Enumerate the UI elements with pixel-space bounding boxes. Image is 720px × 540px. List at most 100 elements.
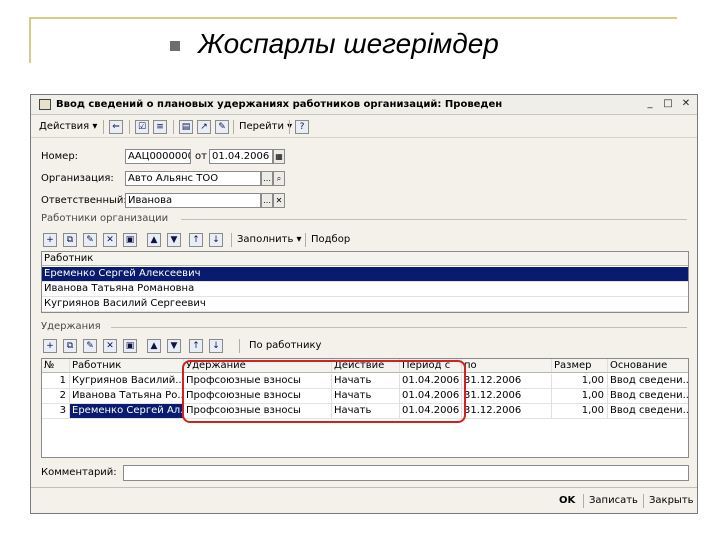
toolbar-separator bbox=[103, 120, 104, 134]
save-button[interactable]: Записать bbox=[589, 493, 638, 509]
number-label: Номер: bbox=[41, 151, 79, 162]
employees-table: Работник Еременко Сергей Алексеевич Иван… bbox=[41, 251, 689, 313]
edit-movements-icon[interactable]: ✎ bbox=[215, 120, 229, 134]
toolbar-separator bbox=[305, 233, 306, 247]
toolbar-separator bbox=[239, 339, 240, 353]
period-to-cell: 31.12.2006 bbox=[462, 389, 552, 403]
amount-cell: 1,00 bbox=[552, 404, 608, 418]
footer-divider bbox=[31, 487, 697, 488]
employees-toolbar: + ⧉ ✎ ✕ ▣ ▲ ▼ ↑ ↓ Заполнить ▾ Подбор bbox=[31, 231, 697, 251]
employees-section-title: Работники организации bbox=[41, 213, 169, 224]
move-down-icon[interactable]: ▼ bbox=[167, 233, 181, 247]
delete-row-icon[interactable]: ✕ bbox=[103, 339, 117, 353]
amount-cell: 1,00 bbox=[552, 389, 608, 403]
structure-icon[interactable]: ≡ bbox=[153, 120, 167, 134]
column-header-number[interactable]: № bbox=[42, 359, 70, 372]
deductions-section-title: Удержания bbox=[41, 321, 101, 332]
employee-name: Еременко Сергей Алексеевич bbox=[44, 268, 201, 279]
row-number: 2 bbox=[42, 389, 70, 403]
square-bullet-icon bbox=[170, 41, 180, 51]
post-document-icon[interactable]: ☑ bbox=[135, 120, 149, 134]
edit-row-icon[interactable]: ✎ bbox=[83, 233, 97, 247]
column-header-employee[interactable]: Работник bbox=[42, 252, 688, 265]
copy-row-icon[interactable]: ⧉ bbox=[63, 233, 77, 247]
section-divider bbox=[181, 219, 687, 220]
organization-field[interactable]: Авто Альянс ТОО bbox=[125, 171, 261, 186]
document-icon bbox=[39, 99, 51, 110]
organization-label: Организация: bbox=[41, 173, 114, 184]
main-toolbar: Действия ▾ ⇐ ☑ ≡ ▤ ↗ ✎ Перейти ▾ ? bbox=[31, 116, 697, 138]
window-title: Ввод сведений о плановых удержаниях рабо… bbox=[56, 99, 503, 110]
close-window-button[interactable]: ✕ bbox=[679, 97, 693, 111]
calendar-icon[interactable]: ▦ bbox=[273, 149, 285, 164]
responsible-label: Ответственный: bbox=[41, 195, 127, 206]
column-header-basis[interactable]: Основание bbox=[608, 359, 688, 372]
minimize-button[interactable]: _ bbox=[643, 97, 657, 111]
close-button[interactable]: Закрыть bbox=[649, 493, 694, 509]
basis-cell: Ввод сведени... bbox=[610, 405, 689, 416]
column-header-employee[interactable]: Работник bbox=[70, 359, 184, 372]
help-icon[interactable]: ? bbox=[295, 120, 309, 134]
slide-left-rule bbox=[29, 17, 31, 63]
amount-cell: 1,00 bbox=[552, 374, 608, 388]
date-field[interactable]: 01.04.2006 1 bbox=[209, 149, 273, 164]
table-header: Работник bbox=[42, 252, 688, 266]
end-edit-icon[interactable]: ▣ bbox=[123, 233, 137, 247]
add-row-icon[interactable]: + bbox=[43, 339, 57, 353]
table-row[interactable]: Кугриянов Василий Сергеевич bbox=[42, 297, 688, 312]
delete-row-icon[interactable]: ✕ bbox=[103, 233, 117, 247]
footer-separator bbox=[643, 494, 644, 508]
employee-cell: Еременко Сергей Ал... bbox=[70, 404, 184, 418]
sort-ascending-icon[interactable]: ↑ bbox=[189, 233, 203, 247]
responsible-field[interactable]: Иванова bbox=[125, 193, 261, 208]
clear-icon[interactable]: ✕ bbox=[273, 193, 285, 208]
comment-field[interactable] bbox=[123, 465, 689, 481]
move-up-icon[interactable]: ▲ bbox=[147, 339, 161, 353]
column-header-amount[interactable]: Размер bbox=[552, 359, 608, 372]
move-down-icon[interactable]: ▼ bbox=[167, 339, 181, 353]
select-ellipsis-button[interactable]: … bbox=[261, 193, 273, 208]
toolbar-separator bbox=[233, 120, 234, 134]
date-from-label: от bbox=[195, 151, 207, 162]
back-arrow-icon[interactable]: ⇐ bbox=[109, 120, 123, 134]
row-number: 1 bbox=[42, 374, 70, 388]
select-button[interactable]: Подбор bbox=[311, 233, 350, 247]
slide-title: Жоспарлы шегерімдер bbox=[198, 28, 499, 59]
sort-descending-icon[interactable]: ↓ bbox=[209, 339, 223, 353]
row-number: 3 bbox=[42, 404, 70, 418]
window-titlebar: Ввод сведений о плановых удержаниях рабо… bbox=[31, 95, 697, 115]
document-window: Ввод сведений о плановых удержаниях рабо… bbox=[30, 94, 698, 514]
employee-cell: Иванова Татьяна Ро... bbox=[72, 389, 184, 403]
sort-ascending-icon[interactable]: ↑ bbox=[189, 339, 203, 353]
employee-cell: Кугриянов Василий... bbox=[72, 374, 184, 388]
sort-descending-icon[interactable]: ↓ bbox=[209, 233, 223, 247]
by-employee-button[interactable]: По работнику bbox=[249, 339, 321, 353]
move-up-icon[interactable]: ▲ bbox=[147, 233, 161, 247]
employee-name: Иванова Татьяна Романовна bbox=[44, 283, 195, 294]
comment-label: Комментарий: bbox=[41, 467, 117, 478]
footer-separator bbox=[583, 494, 584, 508]
search-icon[interactable]: ⌕ bbox=[273, 171, 285, 186]
edit-row-icon[interactable]: ✎ bbox=[83, 339, 97, 353]
actions-menu[interactable]: Действия ▾ bbox=[39, 120, 97, 134]
toolbar-separator bbox=[231, 233, 232, 247]
goto-menu[interactable]: Перейти ▾ bbox=[239, 120, 292, 134]
maximize-button[interactable]: □ bbox=[661, 97, 675, 111]
deductions-toolbar: + ⧉ ✎ ✕ ▣ ▲ ▼ ↑ ↓ По работнику bbox=[31, 337, 697, 357]
ok-button[interactable]: OK bbox=[559, 493, 575, 509]
toolbar-separator bbox=[173, 120, 174, 134]
document-movements-icon[interactable]: ↗ bbox=[197, 120, 211, 134]
basis-cell: Ввод сведени... bbox=[610, 390, 689, 401]
copy-row-icon[interactable]: ⧉ bbox=[63, 339, 77, 353]
add-row-icon[interactable]: + bbox=[43, 233, 57, 247]
column-header-period-to[interactable]: по bbox=[462, 359, 552, 372]
period-to-cell: 31.12.2006 bbox=[462, 374, 552, 388]
table-row[interactable]: Иванова Татьяна Романовна bbox=[42, 282, 688, 297]
print-preview-icon[interactable]: ▤ bbox=[179, 120, 193, 134]
number-field[interactable]: ААЦ0000000 bbox=[125, 149, 191, 164]
select-ellipsis-button[interactable]: … bbox=[261, 171, 273, 186]
table-row[interactable]: Еременко Сергей Алексеевич bbox=[42, 267, 688, 282]
slide-top-rule bbox=[29, 17, 677, 19]
end-edit-icon[interactable]: ▣ bbox=[123, 339, 137, 353]
fill-button[interactable]: Заполнить ▾ bbox=[237, 233, 302, 247]
